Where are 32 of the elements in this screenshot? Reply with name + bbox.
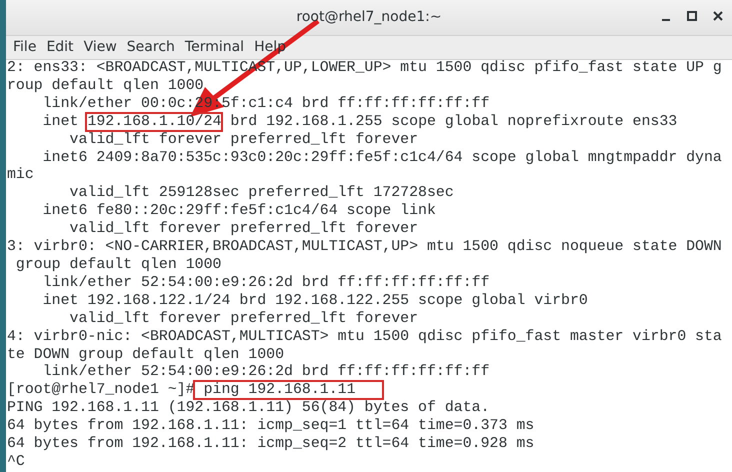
menu-item[interactable]: Edit xyxy=(41,37,79,58)
terminal-line: link/ether 52:54:00:e9:26:2d brd ff:ff:ff:ff:ff:ff xyxy=(42,364,490,382)
menu-item[interactable]: View xyxy=(78,37,122,58)
terminal-line: inet6 fe80::20c:29ff:fe5f:c1c4/64 scope link xyxy=(42,203,436,221)
terminal-line: PING 192.168.1.11 (192.168.1.11) 56(84) bytes of data. xyxy=(7,400,490,418)
terminal-text: [root@rhel7_node1 ~]# xyxy=(7,382,195,398)
terminal-line: 64 bytes from 192.168.1.11: icmp_seq=2 ttl=64 time=0.928 ms xyxy=(7,436,534,454)
terminal-line: link/ether 52:54:00:e9:26:2d brd ff:ff:ff:ff:ff:ff xyxy=(42,274,490,293)
menu-item[interactable]: Terminal xyxy=(180,37,250,58)
terminal-text: inet xyxy=(42,114,80,130)
terminal-line: roup default qlen 1000 xyxy=(7,78,204,96)
window-title: root@rhel7_node1:~ xyxy=(296,8,442,27)
terminal-line: group default qlen 1000 xyxy=(14,256,222,275)
terminal-line: te DOWN group default qlen 1000 xyxy=(7,346,284,364)
terminal-line: valid_lft forever preferred_lft forever xyxy=(68,132,418,150)
terminal-line: ^C xyxy=(7,454,25,472)
terminal-line: inet 192.168.122.1/24 brd 192.168.122.255 scope global virbr0 xyxy=(42,292,588,311)
highlight-box: 192.168.1.10/24 xyxy=(87,114,222,130)
highlight-box: ping 192.168.1.11 xyxy=(194,382,382,398)
menu-item[interactable]: File xyxy=(8,37,42,58)
menu-item[interactable]: Search xyxy=(122,37,180,58)
terminal-line: 3: virbr0: <NO-CARRIER,BROADCAST,MULTICAST,UP> mtu 1500 qdisc noqueue state DOWN xyxy=(7,239,722,257)
terminal-line: valid_lft forever preferred_lft forever xyxy=(68,310,418,329)
terminal-line: valid_lft forever preferred_lft forever xyxy=(68,221,418,239)
maximize-icon[interactable] xyxy=(686,9,698,23)
terminal-line: inet6 2409:8a70:535c:93c0:20c:29ff:fe5f:c1c4/64 scope global mngtmpaddr dyna xyxy=(42,150,722,168)
terminal-text: brd 192.168.1.255 scope global noprefixroute ens33 xyxy=(229,114,678,130)
close-icon[interactable] xyxy=(712,9,724,23)
terminal-line: 4: virbr0-nic: <BROADCAST,MULTICAST> mtu 1500 qdisc pfifo_fast master virbr0 sta xyxy=(7,328,722,346)
terminal-line: mic xyxy=(7,167,34,186)
terminal-line: valid_lft 259128sec preferred_lft 172728sec xyxy=(68,185,454,203)
terminal-line: 64 bytes from 192.168.1.11: icmp_seq=1 ttl=64 time=0.373 ms xyxy=(7,418,534,436)
